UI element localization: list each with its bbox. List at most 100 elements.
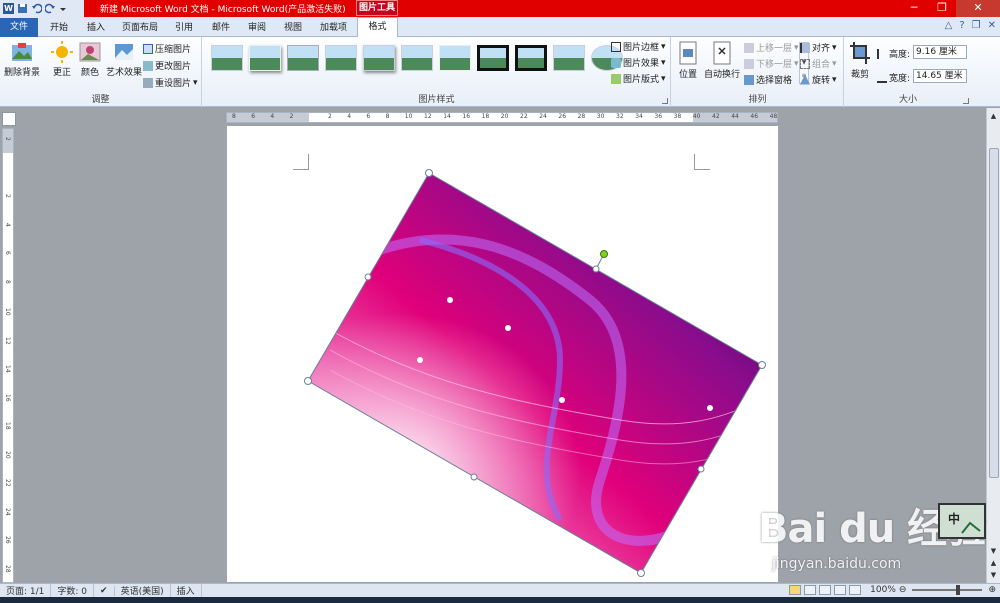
group-size-label: 大小 [898, 95, 917, 105]
tab-page-layout[interactable]: 页面布局 [122, 20, 158, 33]
close-button[interactable]: ✕ [956, 0, 1000, 17]
position-button[interactable]: 位置 [678, 41, 698, 80]
wrap-text-button[interactable]: 自动换行 [704, 41, 740, 80]
width-input[interactable]: 14.65 厘米 [913, 69, 967, 83]
tab-mailings[interactable]: 邮件 [212, 20, 230, 33]
help-icon[interactable]: ? [959, 20, 964, 31]
full-screen-view-icon[interactable] [804, 585, 817, 595]
size-launcher-icon[interactable] [963, 98, 969, 104]
ruler-tick-label: 12 [424, 113, 432, 120]
tab-references[interactable]: 引用 [175, 20, 193, 33]
zoom-level[interactable]: 100% [870, 585, 896, 595]
window-buttons: ─ ❐ ✕ [900, 0, 1000, 17]
height-input[interactable]: 9.16 厘米 [913, 45, 967, 59]
zoom-in-icon[interactable]: ⊕ [988, 585, 996, 595]
ruler-tick-label: 40 [692, 113, 701, 120]
group-picture-styles: ▲▼≡ 图片边框▾ 图片效果▾ 图片版式▾ 图片样式 [203, 37, 809, 107]
tab-file[interactable]: 文件 [0, 18, 38, 37]
corrections-button[interactable]: 更正 [50, 41, 74, 78]
bring-forward-icon [744, 42, 754, 53]
group-button[interactable]: 组合 ▾ [800, 57, 837, 70]
spelling-icon[interactable]: ✔ [94, 585, 115, 596]
picture-layout-button[interactable]: 图片版式 ▾ [611, 72, 666, 85]
picture-style-thumb[interactable] [477, 45, 509, 71]
tab-addins[interactable]: 加载项 [320, 20, 347, 33]
picture-style-thumb[interactable] [249, 45, 281, 71]
picture-effects-button[interactable]: 图片效果 ▾ [611, 56, 666, 69]
outline-view-icon[interactable] [834, 585, 847, 595]
word-icon[interactable]: W [3, 3, 14, 14]
reset-picture-button[interactable]: 重设图片 ▾ [143, 76, 198, 89]
selection-pane-button[interactable]: 选择窗格 [744, 73, 792, 86]
picture-style-thumb[interactable] [211, 45, 243, 71]
web-layout-view-icon[interactable] [819, 585, 832, 595]
insert-mode[interactable]: 插入 [171, 584, 202, 597]
undo-icon[interactable] [31, 3, 43, 14]
compress-pictures-button[interactable]: 压缩图片 [143, 42, 191, 55]
height-label: 高度: [877, 47, 910, 60]
artistic-effects-button[interactable]: 艺术效果 [106, 41, 142, 78]
height-icon [877, 48, 887, 59]
color-button[interactable]: 颜色 [78, 41, 102, 78]
draft-view-icon[interactable] [849, 585, 862, 595]
scroll-down-icon[interactable]: ▼ [987, 545, 1000, 557]
tab-insert[interactable]: 插入 [87, 20, 105, 33]
send-backward-button[interactable]: 下移一层 ▾ [744, 57, 799, 70]
prev-page-icon[interactable]: ▲ [987, 557, 1000, 569]
tab-format[interactable]: 格式 [357, 17, 398, 38]
page-count[interactable]: 页面: 1/1 [0, 584, 52, 597]
minimize-ribbon-icon[interactable]: △ [945, 20, 953, 31]
picture-style-thumb[interactable] [287, 45, 319, 71]
ruler-tick-label: 8 [232, 113, 236, 120]
horizontal-ruler[interactable]: 8 6 4 2 2 4 6 8 10 12 14 16 18 20 22 24 26 28 30 32 34 36 38 40… [226, 112, 778, 123]
zoom-slider-knob[interactable] [956, 585, 961, 595]
customize-qat-icon[interactable] [59, 3, 70, 14]
picture-border-button[interactable]: 图片边框 ▾ [611, 40, 666, 53]
bring-forward-button[interactable]: 上移一层 ▾ [744, 41, 799, 54]
word-count[interactable]: 字数: 0 [51, 584, 95, 597]
print-layout-view-icon[interactable] [789, 585, 802, 595]
zoom-slider[interactable] [912, 585, 983, 595]
next-page-icon[interactable]: ▼ [987, 569, 1000, 581]
vertical-ruler[interactable]: 2 2 4 6 8 10 12 14 16 18 20 22 24 26 28 [2, 128, 14, 583]
picture-style-thumb[interactable] [515, 45, 547, 71]
change-picture-button[interactable]: 更改图片 [143, 59, 191, 72]
view-zoom-controls: 100% ⊖ ⊕ [789, 585, 996, 595]
picture-style-thumb[interactable] [363, 45, 395, 71]
vertical-scrollbar[interactable]: ▲ ▼ ▲ ▼ [986, 108, 1000, 583]
save-icon[interactable] [17, 3, 28, 14]
picture-style-thumb[interactable] [325, 45, 357, 71]
picture-style-thumb[interactable] [401, 45, 433, 71]
crop-button[interactable]: 裁剪 [849, 41, 871, 80]
remove-background-button[interactable]: 删除背景 [4, 41, 40, 78]
tab-review[interactable]: 审阅 [248, 20, 266, 33]
ime-indicator[interactable]: 中 [938, 503, 986, 539]
artistic-effects-icon [115, 44, 133, 60]
tab-home[interactable]: 开始 [50, 20, 68, 33]
picture-style-thumb[interactable] [439, 45, 471, 71]
redo-icon[interactable] [44, 3, 56, 14]
language[interactable]: 英语(美国) [115, 584, 171, 597]
scroll-up-icon[interactable]: ▲ [987, 110, 1000, 122]
tab-selector[interactable] [2, 112, 16, 126]
tab-view[interactable]: 视图 [284, 20, 302, 33]
align-button[interactable]: 对齐 ▾ [800, 41, 837, 54]
restore-doc-icon[interactable]: ❐ [972, 20, 981, 31]
send-backward-icon [744, 58, 754, 69]
document-page[interactable] [227, 126, 778, 582]
group-adjust: 删除背景 更正 颜色 艺术效果 压缩图片 更改图片 重设图片 ▾ 调整 [0, 37, 202, 107]
styles-launcher-icon[interactable] [662, 98, 668, 104]
zoom-out-icon[interactable]: ⊖ [899, 585, 907, 595]
restore-button[interactable]: ❐ [928, 0, 956, 17]
picture-style-thumb[interactable] [553, 45, 585, 71]
ruler-tick-label: 42 [712, 113, 720, 120]
rotate-button[interactable]: 旋转 ▾ [800, 73, 837, 86]
ruler-tick-label: 34 [635, 113, 643, 120]
ruler-tick-label: 46 [750, 113, 759, 120]
close-doc-icon[interactable]: ✕ [988, 20, 996, 31]
ribbon: 删除背景 更正 颜色 艺术效果 压缩图片 更改图片 重设图片▾ 调整 ▲▼≡ 图… [0, 37, 1000, 107]
status-bar: 页面: 1/1 字数: 0 ✔ 英语(美国) 插入 100% ⊖ ⊕ [0, 583, 1000, 597]
scroll-thumb[interactable] [989, 148, 999, 478]
minimize-button[interactable]: ─ [900, 0, 928, 17]
vertical-ruler-tick-label: 12 [4, 336, 11, 345]
